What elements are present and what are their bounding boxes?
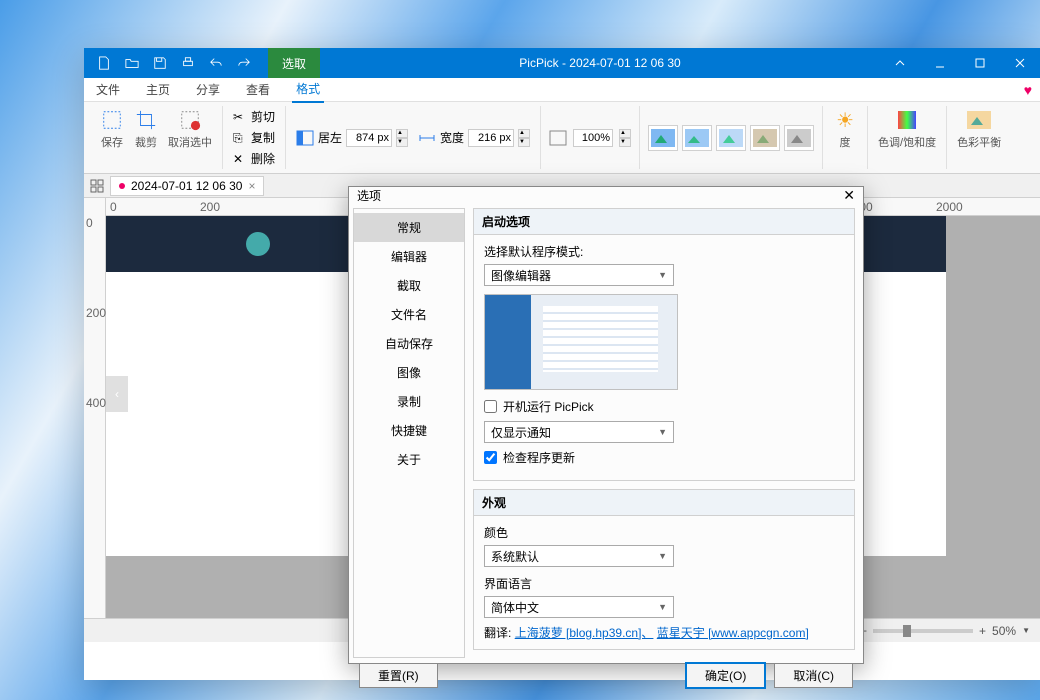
modified-dot-icon (119, 183, 125, 189)
nav-image[interactable]: 图像 (354, 358, 464, 387)
close-tab-icon[interactable]: × (248, 179, 255, 193)
deselect-button[interactable]: 取消选中 (164, 106, 216, 152)
maximize-icon[interactable] (960, 48, 1000, 78)
notify-combo[interactable]: 仅显示通知▼ (484, 421, 674, 443)
dialog-title: 选项 (357, 187, 381, 204)
new-file-icon[interactable] (92, 51, 116, 75)
zoom-value: 50% (992, 624, 1016, 638)
collapse-ribbon-icon[interactable] (880, 48, 920, 78)
color-balance-button[interactable]: 色彩平衡 (953, 106, 1005, 152)
app-window: 选取 PicPick - 2024-07-01 12 06 30 文件 主页 分… (84, 48, 1040, 680)
mode-label: 选择默认程序模式: (484, 243, 844, 260)
ok-button[interactable]: 确定(O) (685, 662, 766, 689)
translator-link-1[interactable]: 上海菠萝 [blog.hp39.cn]、 (515, 626, 654, 640)
nav-autosave[interactable]: 自动保存 (354, 329, 464, 358)
left-down[interactable]: ▼ (396, 138, 408, 147)
tab-home[interactable]: 主页 (142, 77, 174, 102)
thumbnails-view-icon[interactable] (88, 177, 106, 195)
zoom-input[interactable] (573, 129, 613, 147)
zoom-slider[interactable] (873, 629, 973, 633)
nav-general[interactable]: 常规 (354, 213, 464, 242)
width-icon (418, 130, 436, 146)
color-label: 颜色 (484, 524, 844, 541)
color-combo[interactable]: 系统默认▼ (484, 545, 674, 567)
update-checkbox[interactable] (484, 451, 497, 464)
open-file-icon[interactable] (120, 51, 144, 75)
filter-5[interactable] (784, 125, 814, 151)
heart-icon[interactable]: ♥ (1024, 82, 1032, 98)
update-label: 检查程序更新 (503, 449, 575, 466)
cancel-button[interactable]: 取消(C) (774, 663, 853, 688)
reset-button[interactable]: 重置(R) (359, 663, 438, 688)
save-icon[interactable] (148, 51, 172, 75)
zoom-down[interactable]: ▼ (619, 138, 631, 147)
tab-format[interactable]: 格式 (292, 76, 324, 103)
filter-3[interactable] (716, 125, 746, 151)
ribbon-tabs: 文件 主页 分享 查看 格式 ♥ (84, 78, 1040, 102)
tab-file[interactable]: 文件 (92, 77, 124, 102)
window-title: PicPick - 2024-07-01 12 06 30 (320, 56, 880, 70)
redo-icon[interactable] (232, 51, 256, 75)
zoom-dropdown-icon[interactable]: ▼ (1022, 626, 1030, 635)
width-label: 宽度 (440, 129, 464, 146)
page-logo-icon (246, 232, 270, 256)
autostart-label: 开机运行 PicPick (503, 398, 594, 415)
options-dialog: 选项 ✕ 常规 编辑器 截取 文件名 自动保存 图像 录制 快捷键 关于 启动选… (348, 186, 864, 664)
tab-share[interactable]: 分享 (192, 77, 224, 102)
prev-page-icon[interactable]: ‹ (106, 376, 128, 412)
contextual-tab-select[interactable]: 选取 (268, 48, 320, 78)
left-label: 居左 (318, 129, 342, 146)
titlebar: 选取 PicPick - 2024-07-01 12 06 30 (84, 48, 1040, 78)
autostart-checkbox[interactable] (484, 400, 497, 413)
width-up[interactable]: ▲ (518, 129, 530, 138)
crop-button[interactable]: 裁剪 (130, 106, 162, 152)
nav-capture[interactable]: 截取 (354, 271, 464, 300)
delete-button[interactable]: ✕删除 (229, 148, 279, 169)
width-down[interactable]: ▼ (518, 138, 530, 147)
mode-preview (484, 294, 678, 390)
startup-heading: 启动选项 (474, 209, 854, 235)
nav-record[interactable]: 录制 (354, 387, 464, 416)
zoom-in-icon[interactable]: + (979, 624, 986, 638)
nav-about[interactable]: 关于 (354, 445, 464, 474)
ribbon: 保存 裁剪 取消选中 ✂剪切 ⎘复制 ✕删除 居左 ▲▼ 宽度 ▲▼ (84, 102, 1040, 174)
nav-editor[interactable]: 编辑器 (354, 242, 464, 271)
copy-button[interactable]: ⎘复制 (229, 127, 279, 148)
dialog-nav: 常规 编辑器 截取 文件名 自动保存 图像 录制 快捷键 关于 (353, 208, 465, 658)
translate-label: 翻译: (484, 626, 511, 640)
document-tab-label: 2024-07-01 12 06 30 (131, 179, 242, 193)
mode-combo[interactable]: 图像编辑器▼ (484, 264, 674, 286)
tab-view[interactable]: 查看 (242, 77, 274, 102)
filter-1[interactable] (648, 125, 678, 151)
document-tab[interactable]: 2024-07-01 12 06 30 × (110, 176, 264, 196)
zoom-up[interactable]: ▲ (619, 129, 631, 138)
zoom-box-icon (549, 130, 567, 146)
hue-sat-button[interactable]: 色调/饱和度 (874, 106, 940, 152)
translator-link-2[interactable]: 蓝星天宇 [www.appcgn.com] (657, 626, 809, 640)
cut-button[interactable]: ✂剪切 (229, 106, 279, 127)
nav-filename[interactable]: 文件名 (354, 300, 464, 329)
filter-4[interactable] (750, 125, 780, 151)
undo-icon[interactable] (204, 51, 228, 75)
lang-label: 界面语言 (484, 575, 844, 592)
filter-2[interactable] (682, 125, 712, 151)
nav-hotkeys[interactable]: 快捷键 (354, 416, 464, 445)
dialog-close-icon[interactable]: ✕ (843, 187, 855, 204)
left-up[interactable]: ▲ (396, 129, 408, 138)
brightness-button[interactable]: ☀度 (829, 106, 861, 152)
vertical-ruler: 0 200 400 (84, 198, 106, 618)
lang-combo[interactable]: 简体中文▼ (484, 596, 674, 618)
save-button[interactable]: 保存 (96, 106, 128, 152)
close-icon[interactable] (1000, 48, 1040, 78)
width-input[interactable] (468, 129, 514, 147)
left-input[interactable] (346, 129, 392, 147)
minimize-icon[interactable] (920, 48, 960, 78)
print-icon[interactable] (176, 51, 200, 75)
appearance-heading: 外观 (474, 490, 854, 516)
position-left-icon (296, 130, 314, 146)
